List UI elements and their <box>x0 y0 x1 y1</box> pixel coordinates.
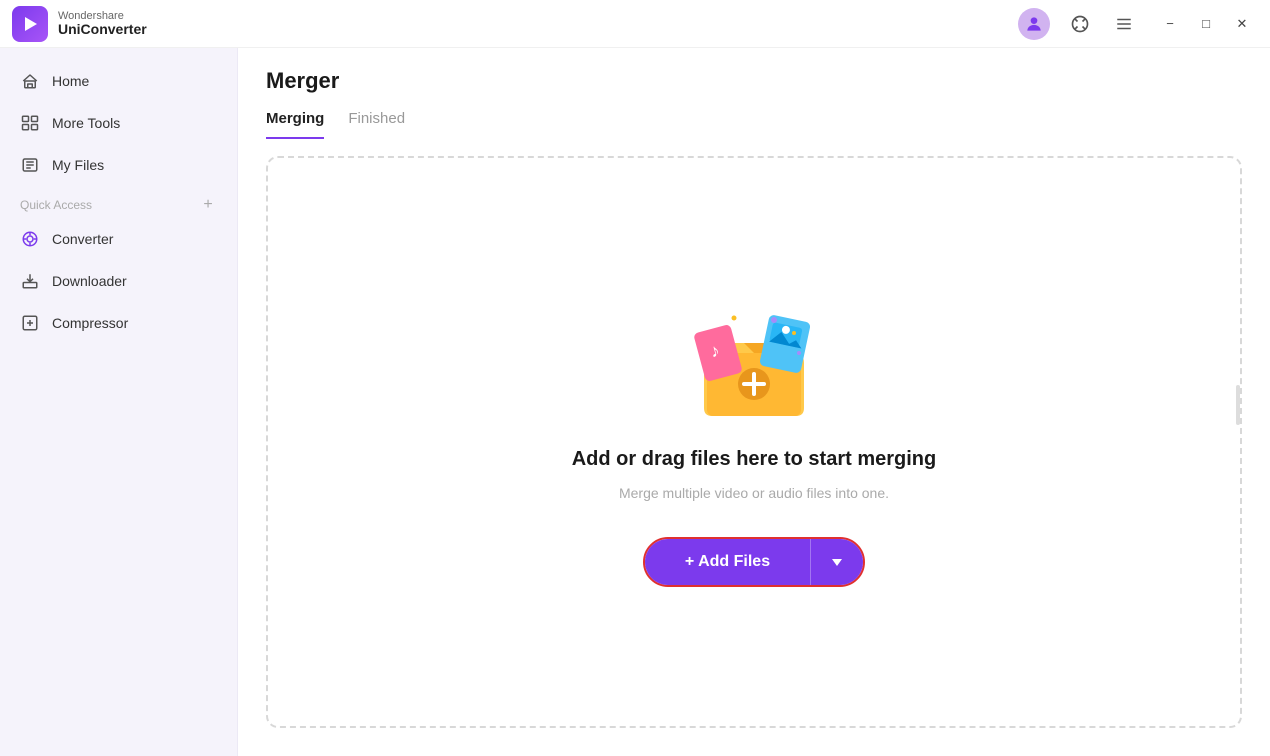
quick-access-add-button[interactable]: + <box>199 196 217 214</box>
user-avatar[interactable] <box>1018 8 1050 40</box>
tab-merging[interactable]: Merging <box>266 110 324 139</box>
page-header: Merger Merging Finished <box>238 48 1270 140</box>
app-name: Wondershare UniConverter <box>58 10 147 37</box>
sidebar-home-label: Home <box>52 73 89 89</box>
sidebar-item-downloader[interactable]: Downloader <box>0 260 237 302</box>
downloader-icon <box>20 271 40 291</box>
title-bar: Wondershare UniConverter − □ <box>0 0 1270 48</box>
add-files-dropdown-button[interactable] <box>810 539 863 585</box>
support-icon[interactable] <box>1066 10 1094 38</box>
window-controls: − □ ✕ <box>1154 10 1258 38</box>
drop-zone-wrapper: ♪ <box>238 140 1270 756</box>
drop-zone-title: Add or drag files here to start merging <box>572 448 937 471</box>
app-branding: Wondershare UniConverter <box>12 6 147 42</box>
sidebar-my-files-label: My Files <box>52 157 104 173</box>
add-files-container: + Add Files <box>643 537 865 587</box>
app-name-bottom: UniConverter <box>58 22 147 37</box>
sidebar-item-my-files[interactable]: My Files <box>0 144 237 186</box>
home-icon <box>20 71 40 91</box>
my-files-icon <box>20 155 40 175</box>
app-logo-icon <box>12 6 48 42</box>
scrollbar-handle <box>1236 385 1240 425</box>
more-tools-icon <box>20 113 40 133</box>
quick-access-header: Quick Access + <box>0 186 237 218</box>
app-body: Home More Tools My Files <box>0 48 1270 756</box>
sidebar-more-tools-label: More Tools <box>52 115 120 131</box>
tab-finished[interactable]: Finished <box>348 110 405 139</box>
sidebar-compressor-label: Compressor <box>52 315 128 331</box>
sidebar-downloader-label: Downloader <box>52 273 127 289</box>
title-bar-actions: − □ ✕ <box>1018 8 1258 40</box>
sidebar-converter-label: Converter <box>52 231 113 247</box>
drop-zone-subtitle: Merge multiple video or audio files into… <box>619 485 889 501</box>
sidebar: Home More Tools My Files <box>0 48 238 756</box>
maximize-button[interactable]: □ <box>1190 10 1222 38</box>
sidebar-item-converter[interactable]: Converter <box>0 218 237 260</box>
close-button[interactable]: ✕ <box>1226 10 1258 38</box>
main-content: Merger Merging Finished <box>238 48 1270 756</box>
converter-icon <box>20 229 40 249</box>
sidebar-item-more-tools[interactable]: More Tools <box>0 102 237 144</box>
sidebar-item-home[interactable]: Home <box>0 60 237 102</box>
add-files-label: + Add Files <box>685 553 770 571</box>
minimize-button[interactable]: − <box>1154 10 1186 38</box>
drop-zone[interactable]: ♪ <box>266 156 1242 728</box>
page-title: Merger <box>266 68 1242 94</box>
tabs: Merging Finished <box>266 110 1242 140</box>
menu-icon[interactable] <box>1110 10 1138 38</box>
quick-access-label: Quick Access <box>20 198 92 212</box>
compressor-icon <box>20 313 40 333</box>
add-files-button[interactable]: + Add Files <box>645 539 810 585</box>
folder-illustration: ♪ <box>689 298 819 428</box>
sidebar-item-compressor[interactable]: Compressor <box>0 302 237 344</box>
